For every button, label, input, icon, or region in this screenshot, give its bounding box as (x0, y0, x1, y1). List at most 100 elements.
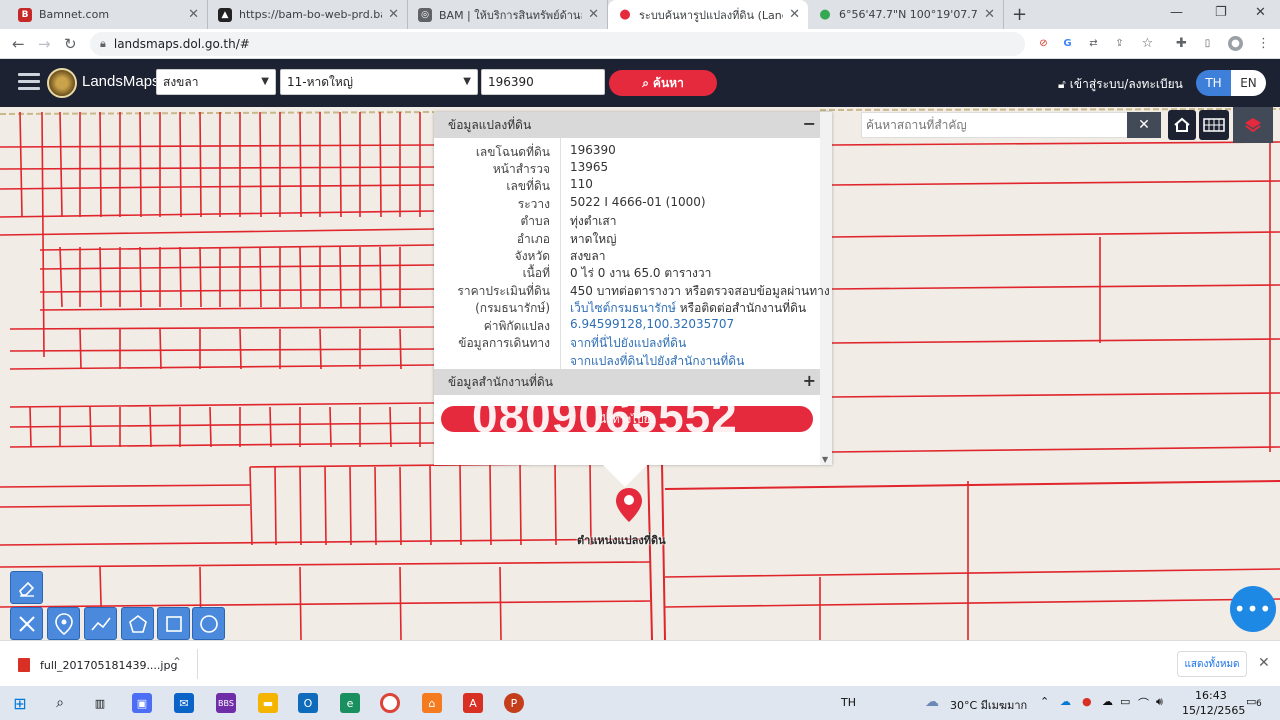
marker-label: ตำแหน่งแปลงที่ดิน (577, 534, 666, 547)
file-explorer-icon[interactable]: ▬ (258, 693, 278, 713)
search-icon[interactable]: ⌕ (50, 693, 70, 713)
volume-icon[interactable]: 🔊︎ (1156, 695, 1163, 709)
info-row-area: เนื้อที่ 0 ไร่ 0 งาน 65.0 ตารางวา (434, 264, 820, 281)
lang-th-button[interactable]: TH (1196, 70, 1231, 96)
province-select[interactable]: สงขลา ▼ (156, 69, 276, 95)
acrobat-icon[interactable]: A (463, 693, 483, 713)
info-row-travel-2: จากแปลงที่ดินไปยังสำนักงานที่ดิน (434, 352, 820, 369)
image-file-icon (18, 658, 30, 672)
row-key: เลขที่ดิน (506, 179, 550, 193)
route-to-parcel-link[interactable]: จากที่นี่ไปยังแปลงที่ดิน (570, 334, 686, 353)
mail-icon[interactable]: ✉ (174, 693, 194, 713)
maximize-icon[interactable]: ❐ (1215, 5, 1227, 20)
draw-line-icon[interactable] (84, 607, 117, 640)
scroll-down-icon[interactable]: ▼ (822, 455, 828, 464)
close-icon[interactable]: ✕ (1258, 655, 1270, 671)
outlook-icon[interactable]: O (298, 693, 318, 713)
share-icon[interactable]: ⇪ (1112, 36, 1127, 51)
lang-en-button[interactable]: EN (1231, 70, 1266, 96)
hamburger-menu-icon[interactable] (18, 73, 40, 91)
parcel-map[interactable]: ค้นหาสถานที่สำคัญ ✕ ข้อมูลแปลงที่ดิน − เ… (0, 107, 1280, 640)
tab-title: Bamnet.com (39, 8, 110, 21)
draw-polygon-icon[interactable] (121, 607, 154, 640)
new-tab-button[interactable]: + (1012, 4, 1027, 25)
task-view-icon[interactable]: ▥ (90, 693, 110, 713)
draw-circle-icon[interactable] (192, 607, 225, 640)
close-tab-icon[interactable]: ✕ (789, 7, 800, 22)
close-tab-icon[interactable]: ✕ (984, 7, 995, 22)
weather-text[interactable]: 30°C มีเมฆมาก (950, 696, 1027, 714)
network-icon[interactable]: ⌒ (1138, 695, 1149, 711)
home-app-icon[interactable]: ⌂ (422, 693, 442, 713)
draw-point-icon[interactable] (47, 607, 80, 640)
more-menu-icon[interactable]: ⋮ (1256, 36, 1271, 51)
coordinates-link[interactable]: 6.94599128,100.32035707 (570, 317, 734, 331)
draw-rectangle-icon[interactable] (157, 607, 190, 640)
show-all-button[interactable]: แสดงทั้งหมด (1177, 651, 1247, 677)
powerpoint-icon[interactable]: P (504, 693, 524, 713)
collapse-icon[interactable]: − (803, 114, 816, 133)
minimize-icon[interactable]: — (1170, 5, 1183, 20)
edge-icon[interactable]: e (340, 693, 360, 713)
treasury-website-link[interactable]: เว็บไซต์กรมธนารักษ์ (570, 301, 676, 315)
download-item[interactable]: full_201705181439....jpg (18, 658, 177, 672)
browser-tab-bam-assets[interactable]: ◎ BAM | ให้บริการสินทรัพย์ด้านอสังหาริ ✕ (408, 0, 608, 29)
search-button[interactable]: ⌕ ค้นหา (609, 70, 717, 96)
notification-icon[interactable]: ▭ (1246, 695, 1256, 708)
grid-map-icon[interactable] (1199, 110, 1229, 140)
info-row-treasury: (กรมธนารักษ์) เว็บไซต์กรมธนารักษ์ หรือติ… (434, 299, 820, 316)
browser-tab-google-maps[interactable]: ● 6°56'47.7"N 100°19'07.7"E - Goo ✕ (808, 0, 1004, 29)
clear-search-icon[interactable]: ✕ (1127, 112, 1161, 138)
clock-date[interactable]: 15/12/2565 (1182, 704, 1245, 717)
input-language[interactable]: TH (841, 696, 856, 709)
extensions-puzzle-icon[interactable]: ✚ (1174, 36, 1189, 51)
forward-arrow-icon[interactable]: → (38, 35, 51, 53)
home-icon[interactable] (1168, 110, 1196, 140)
info-row-coordinates: ค่าพิกัดแปลง 6.94599128,100.32035707 (434, 317, 820, 334)
parcel-info-header[interactable]: ข้อมูลแปลงที่ดิน − (434, 112, 820, 138)
browser-tab-landsmaps[interactable]: ● ระบบค้นหารูปแปลงที่ดิน (LandsMaps ✕ (608, 0, 808, 29)
layers-icon[interactable] (1233, 107, 1273, 143)
row-key: เนื้อที่ (522, 266, 550, 280)
cloud-icon: ☁ (925, 694, 939, 710)
more-options-button[interactable]: ••• (1230, 586, 1276, 632)
reload-icon[interactable]: ↻ (64, 35, 77, 53)
clock-time[interactable]: 16:43 (1195, 689, 1227, 702)
bookmark-star-icon[interactable]: ☆ (1140, 36, 1155, 51)
profile-avatar-icon[interactable]: ● (1228, 36, 1243, 51)
close-window-icon[interactable]: ✕ (1255, 5, 1266, 20)
parcel-number-input[interactable]: 196390 (481, 69, 605, 95)
store-icon[interactable]: ▣ (132, 693, 152, 713)
onedrive-icon[interactable]: ☁ (1060, 695, 1071, 708)
back-arrow-icon[interactable]: ← (12, 35, 25, 53)
row-value: เว็บไซต์กรมธนารักษ์ หรือติดต่อสำนักงานที… (570, 299, 806, 318)
panel-pointer (603, 465, 647, 487)
treasury-suffix: หรือติดต่อสำนักงานที่ดิน (675, 301, 807, 315)
translate-icon[interactable]: ⇄ (1086, 36, 1101, 51)
map-pin-icon[interactable] (615, 487, 643, 523)
bbs-app-icon[interactable]: BBS (216, 693, 236, 713)
chrome-icon[interactable] (380, 693, 400, 713)
eraser-icon[interactable] (10, 571, 43, 604)
close-tab-icon[interactable]: ✕ (588, 7, 599, 22)
browser-tab-bamnet[interactable]: B Bamnet.com ✕ (8, 0, 208, 29)
tray-chevron-icon[interactable]: ⌃ (1040, 695, 1049, 708)
google-icon[interactable]: G (1060, 36, 1075, 51)
windows-start-icon[interactable]: ⊞ (10, 693, 30, 713)
district-select[interactable]: 11-หาดใหญ่ ▼ (280, 69, 478, 95)
measure-tools-icon[interactable] (10, 607, 43, 640)
close-tab-icon[interactable]: ✕ (188, 7, 199, 22)
place-search-input[interactable]: ค้นหาสถานที่สำคัญ (861, 112, 1129, 138)
address-bar-row: ← → ↻ 🔒︎ landsmaps.dol.go.th/# ⊘ G ⇄ ⇪ ☆… (0, 29, 1280, 59)
blocked-icon[interactable]: ⊘ (1036, 36, 1051, 51)
onedrive-sync-icon[interactable]: ☁ (1102, 695, 1113, 708)
close-tab-icon[interactable]: ✕ (388, 7, 399, 22)
side-panel-icon[interactable]: ▯ (1200, 36, 1215, 51)
url-omnibox[interactable]: 🔒︎ landsmaps.dol.go.th/# (90, 32, 1025, 56)
chevron-up-icon[interactable]: ⌃ (172, 655, 182, 669)
browser-tab-bam-bo[interactable]: ▲ https://bam-bo-web-prd.bam.co ✕ (208, 0, 408, 29)
battery-icon[interactable]: ▭ (1120, 695, 1130, 708)
login-register-link[interactable]: 🔓︎ เข้าสู่ระบบ/ลงทะเบียน (1058, 75, 1183, 94)
expand-icon[interactable]: + (803, 371, 816, 390)
security-icon[interactable]: ● (1082, 695, 1092, 708)
